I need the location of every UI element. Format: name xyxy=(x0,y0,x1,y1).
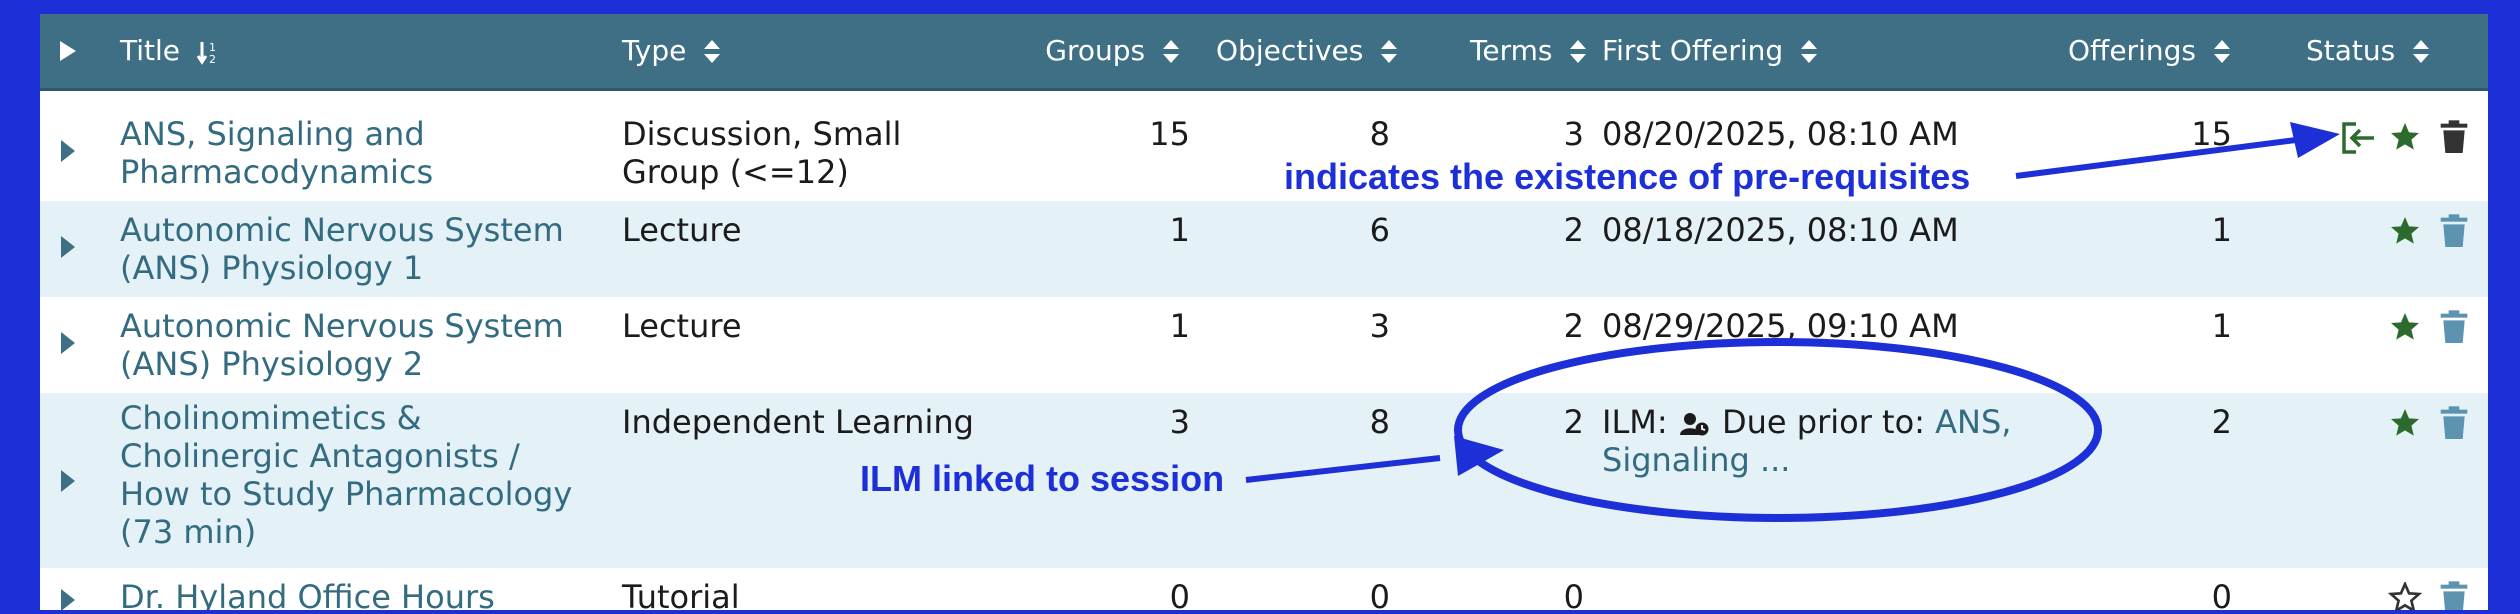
arrow-head xyxy=(2290,122,2340,158)
arrow-line xyxy=(1245,455,1441,483)
arrow-line xyxy=(2015,137,2297,179)
annotation-arrows xyxy=(1245,122,2340,522)
annotation-ilm-text: ILM linked to session xyxy=(860,458,1225,499)
ilm-highlight-ellipse xyxy=(1454,338,2102,522)
